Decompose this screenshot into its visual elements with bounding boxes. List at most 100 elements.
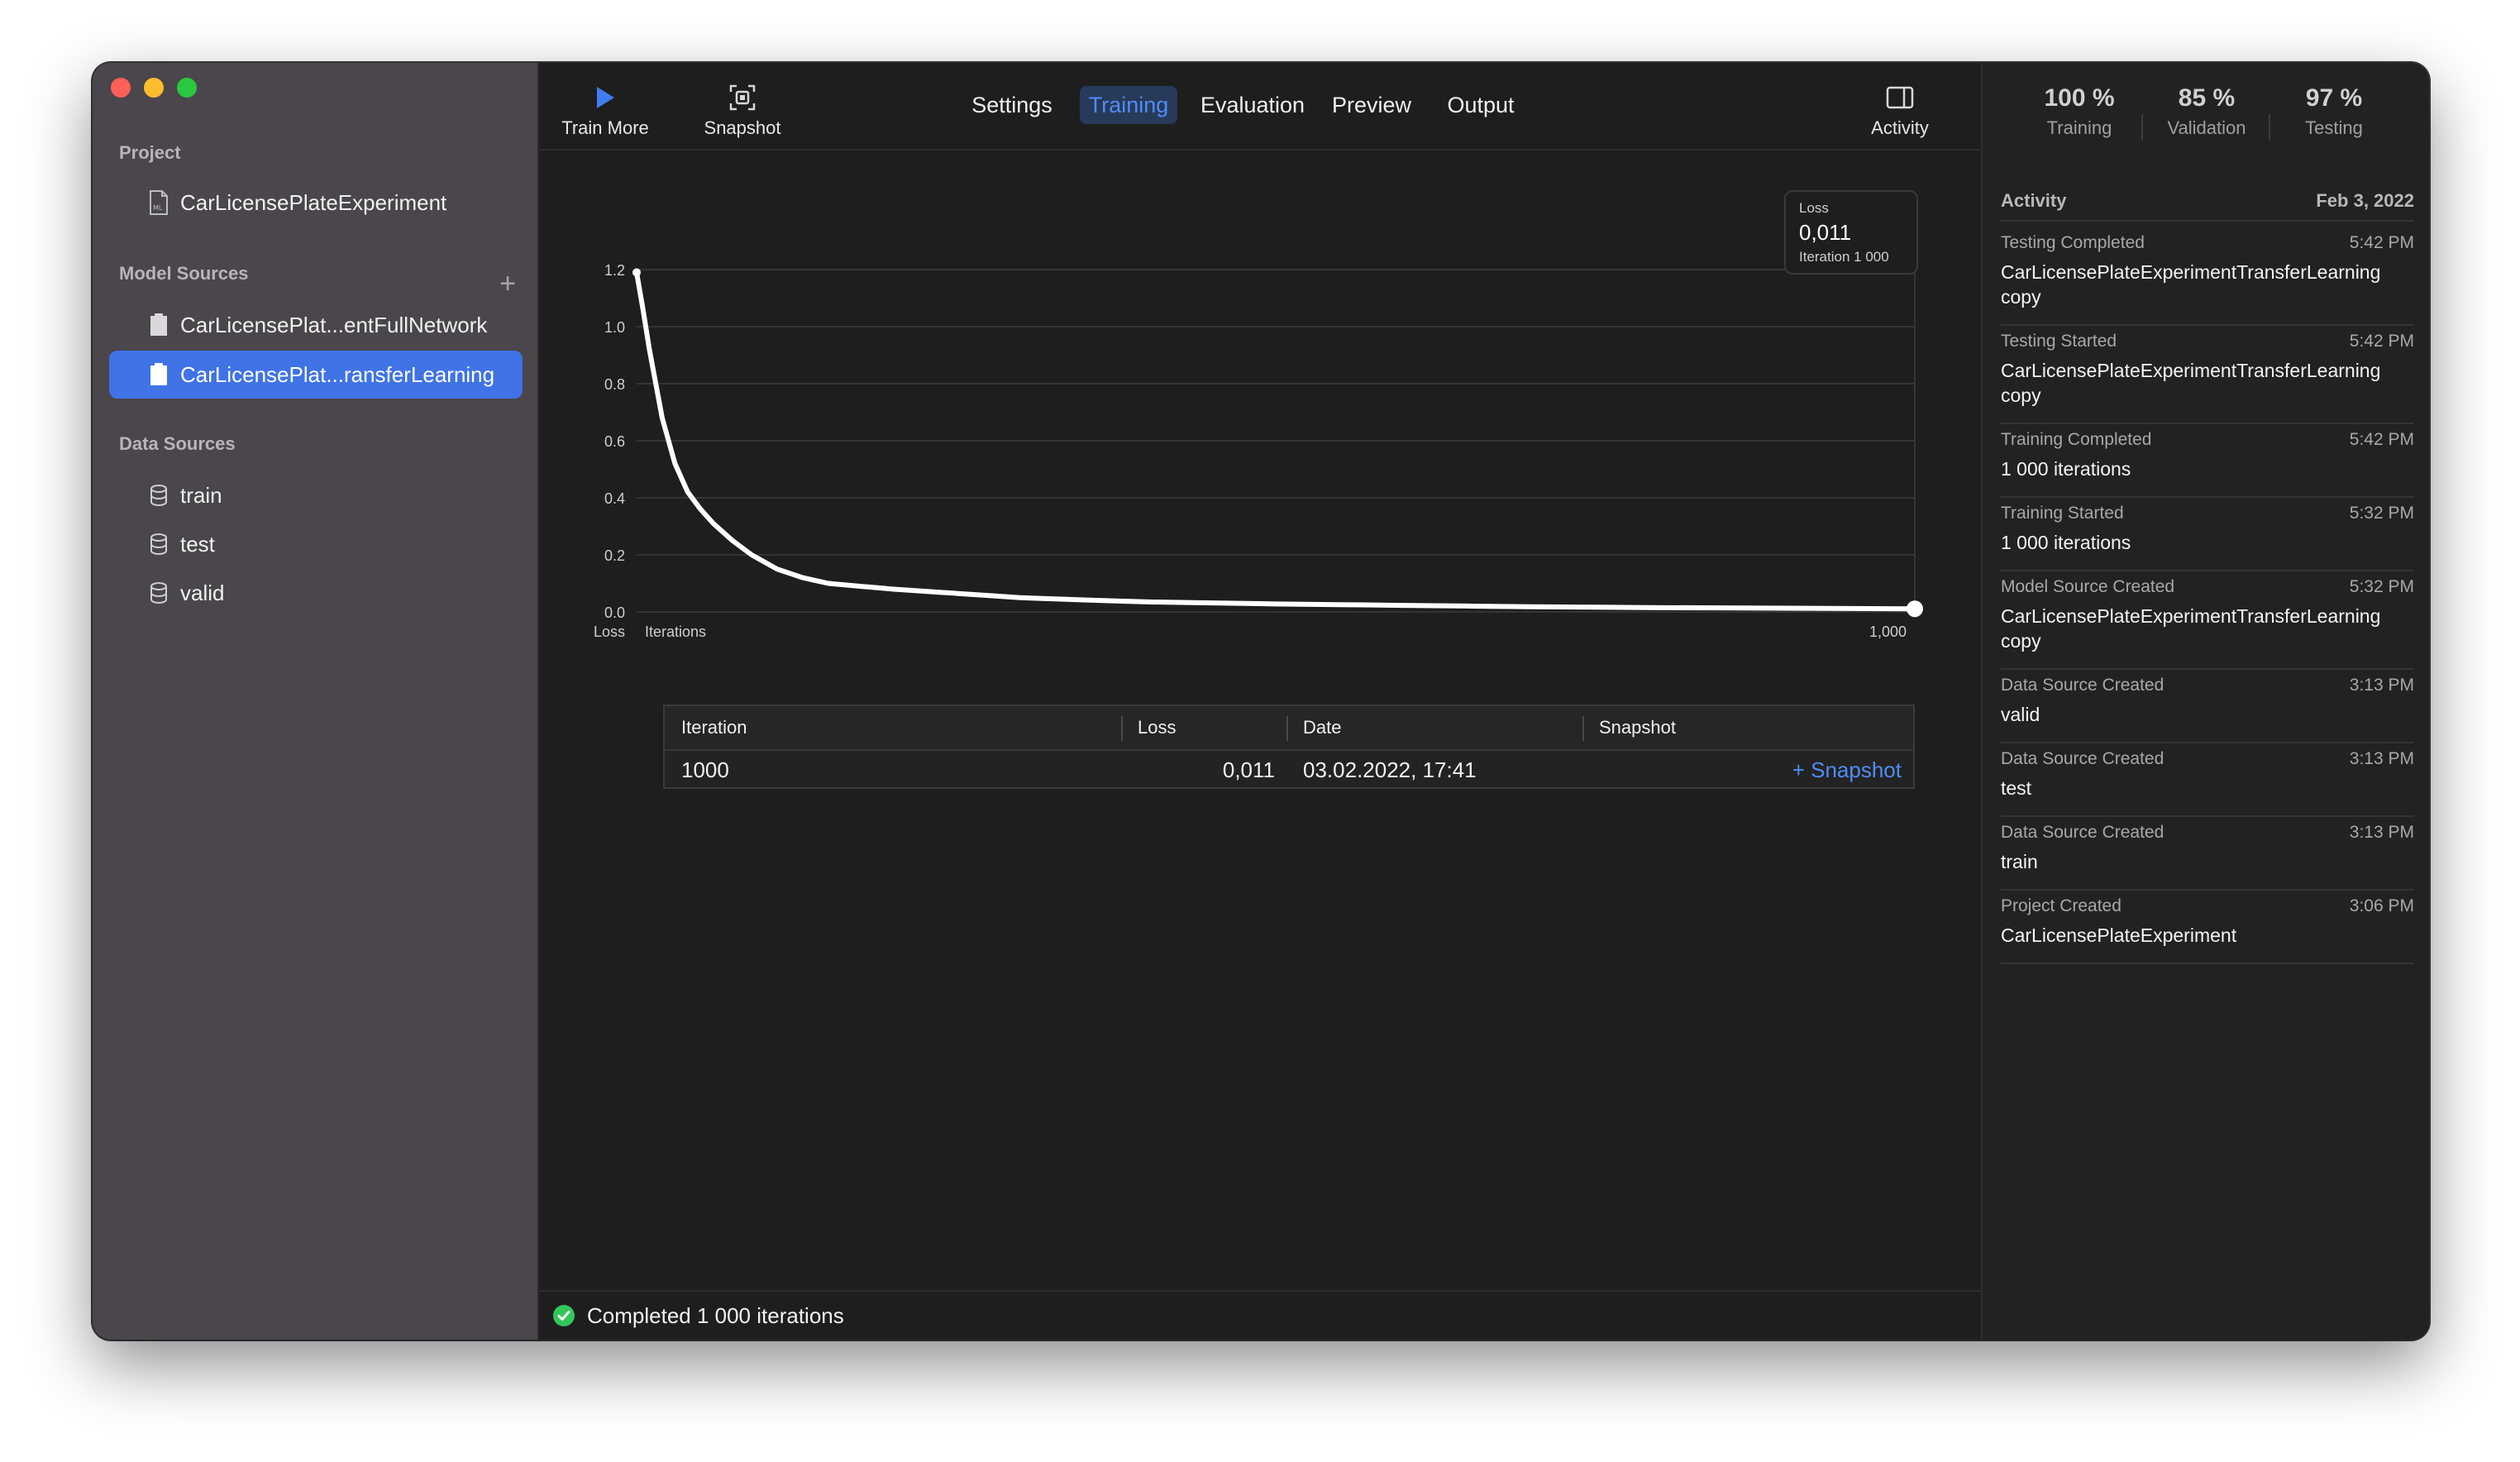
column-separator	[1582, 716, 1584, 741]
project-section-header: Project	[119, 142, 181, 163]
database-icon	[147, 532, 170, 557]
minimize-window-button[interactable]	[144, 78, 164, 98]
sidebar-item-data-train[interactable]: train	[109, 471, 523, 519]
model-file-icon	[147, 313, 170, 337]
divider	[2001, 742, 2414, 743]
zoom-window-button[interactable]	[177, 78, 197, 98]
activity-item[interactable]: Testing Completed 5:42 PM CarLicensePlateE…	[2001, 233, 2414, 309]
activity-item[interactable]: Data Source Created 3:13 PM train	[2001, 823, 2414, 874]
data-source-label: train	[180, 482, 222, 508]
metric-label: Testing	[2305, 117, 2363, 138]
activity-item-title: Data Source Created	[2001, 823, 2164, 842]
divider	[2001, 220, 2414, 222]
activity-item[interactable]: Data Source Created 3:13 PM valid	[2001, 676, 2414, 727]
sidebar-item-model-transfer-learning[interactable]: CarLicensePlat...ransferLearning	[109, 351, 523, 399]
loss-chart-svg: 1.2 1.0 0.8 0.6 0.4 0.2 0.0 Loss Iterations 1,000	[594, 262, 1923, 640]
activity-item-title: Training Completed	[2001, 430, 2152, 449]
activity-item[interactable]: Data Source Created 3:13 PM test	[2001, 749, 2414, 800]
activity-item-detail: CarLicensePlateExperimentTransferLearnin…	[2001, 360, 2381, 406]
y-tick-label: 1.2	[604, 262, 625, 279]
column-header-date[interactable]: Date	[1303, 706, 1341, 749]
column-header-iteration[interactable]: Iteration	[681, 706, 747, 749]
activity-item[interactable]: Model Source Created 5:32 PM CarLicensePla…	[2001, 577, 2414, 653]
last-point-marker	[1907, 600, 1923, 618]
checkmark-circle-icon	[552, 1304, 575, 1327]
activity-title: Activity	[2001, 190, 2067, 211]
divider	[2001, 668, 2414, 670]
activity-item-title: Testing Completed	[2001, 233, 2145, 252]
cell-date: 03.02.2022, 17:41	[1303, 757, 1477, 782]
column-header-loss[interactable]: Loss	[1138, 706, 1176, 749]
y-tick-label: 0.4	[604, 490, 625, 507]
activity-item-detail: CarLicensePlateExperiment	[2001, 924, 2237, 946]
metric-testing: 97 % Testing	[2272, 84, 2396, 139]
activity-item[interactable]: Training Started 5:32 PM 1 000 iterations	[2001, 504, 2414, 555]
tab-evaluation[interactable]: Evaluation	[1192, 86, 1313, 124]
project-name-label: CarLicensePlateExperiment	[180, 189, 447, 215]
tab-output[interactable]: Output	[1435, 86, 1526, 124]
activity-item-time: 3:13 PM	[2349, 749, 2414, 768]
model-file-icon	[147, 362, 170, 387]
data-point	[632, 268, 641, 277]
close-window-button[interactable]	[111, 78, 131, 98]
activity-date: Feb 3, 2022	[2316, 190, 2414, 211]
svg-text:ML: ML	[153, 204, 163, 212]
activity-item-time: 3:13 PM	[2349, 676, 2414, 695]
activity-item-header: Data Source Created 3:13 PM	[2001, 823, 2414, 843]
column-header-snapshot[interactable]: Snapshot	[1599, 706, 1676, 749]
activity-item-detail: test	[2001, 777, 2032, 799]
activity-item-title: Data Source Created	[2001, 676, 2164, 695]
data-sources-header: Data Sources	[119, 433, 236, 454]
activity-item-header: Model Source Created 5:32 PM	[2001, 577, 2414, 597]
tab-bar: Settings Training Evaluation Preview Out…	[539, 86, 1981, 126]
sidebar-item-project[interactable]: ML CarLicensePlateExperiment	[109, 179, 523, 227]
metric-validation: 85 % Validation	[2145, 84, 2269, 139]
column-separator	[1286, 716, 1288, 741]
sidebar: Project ML CarLicensePlateExperiment Mod…	[93, 63, 539, 1340]
status-bar: Completed 1 000 iterations	[539, 1290, 1981, 1340]
divider	[2001, 570, 2414, 571]
model-source-label: CarLicensePlat...ransferLearning	[180, 361, 495, 387]
activity-item[interactable]: Project Created 3:06 PM CarLicensePlateExp…	[2001, 896, 2414, 948]
sidebar-toggle-icon	[1886, 81, 1914, 114]
divider	[2001, 889, 2414, 891]
activity-button[interactable]: Activity	[1842, 81, 1958, 139]
y-tick-label: 0.8	[604, 376, 625, 393]
metric-value: 97 %	[2305, 84, 2363, 112]
sidebar-item-model-full-network[interactable]: CarLicensePlat...entFullNetwork	[109, 301, 523, 349]
y-tick-label: 0.0	[604, 604, 625, 621]
divider	[2001, 496, 2414, 498]
activity-item[interactable]: Training Completed 5:42 PM 1 000 iteration…	[2001, 430, 2414, 481]
metric-training: 100 % Training	[2017, 84, 2141, 139]
divider	[2001, 815, 2414, 817]
plus-icon[interactable]: +	[499, 270, 516, 298]
loss-chart: 1.2 1.0 0.8 0.6 0.4 0.2 0.0 Loss Iterations 1,000	[539, 152, 1981, 764]
divider	[2001, 423, 2414, 424]
add-snapshot-button[interactable]: + Snapshot	[1715, 751, 1902, 789]
activity-item-detail: 1 000 iterations	[2001, 532, 2131, 553]
window-controls	[111, 78, 197, 98]
metric-value: 100 %	[2044, 84, 2115, 112]
activity-item-header: Training Completed 5:42 PM	[2001, 430, 2414, 450]
tab-settings[interactable]: Settings	[962, 86, 1062, 124]
tab-training[interactable]: Training	[1080, 86, 1177, 124]
activity-label: Activity	[1871, 117, 1929, 138]
metric-label: Training	[2046, 117, 2112, 138]
table-header: Iteration Loss Date Snapshot	[665, 706, 1913, 751]
activity-item-time: 5:32 PM	[2349, 504, 2414, 523]
database-icon	[147, 580, 170, 605]
divider	[2001, 963, 2414, 964]
activity-item-title: Testing Started	[2001, 332, 2117, 351]
activity-item-detail: CarLicensePlateExperimentTransferLearnin…	[2001, 605, 2381, 652]
database-icon	[147, 483, 170, 508]
loss-summary-box: Loss 0,011 Iteration 1 000	[1784, 190, 1918, 275]
tab-preview[interactable]: Preview	[1323, 86, 1420, 124]
sidebar-item-data-valid[interactable]: valid	[109, 569, 523, 617]
data-source-label: test	[180, 531, 215, 557]
app-window: Project ML CarLicensePlateExperiment Mod…	[93, 63, 2429, 1340]
cell-loss: 0,011	[1222, 757, 1275, 782]
sidebar-item-data-test[interactable]: test	[109, 520, 523, 568]
activity-item[interactable]: Testing Started 5:42 PM CarLicensePlateExp…	[2001, 332, 2414, 408]
y-axis-label: Loss	[594, 624, 625, 640]
metric-value: 85 %	[2178, 84, 2236, 112]
